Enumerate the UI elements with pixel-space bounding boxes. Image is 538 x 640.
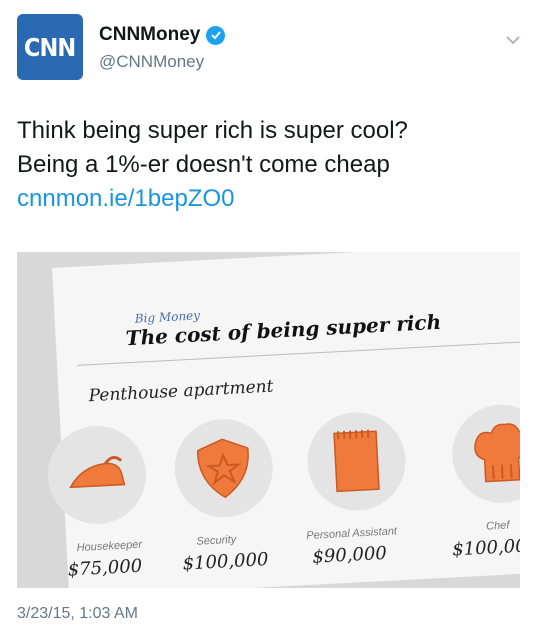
role-label: Security bbox=[196, 533, 237, 548]
cost-value: $90,000 bbox=[311, 542, 388, 568]
tweet-text: Think being super rich is super cool? Be… bbox=[17, 114, 527, 216]
notepad-circle bbox=[305, 409, 409, 513]
chevron-down-icon[interactable] bbox=[503, 30, 523, 50]
account-name-row[interactable]: CNNMoney bbox=[99, 24, 226, 46]
verified-icon bbox=[206, 25, 226, 45]
iron-circle bbox=[45, 423, 149, 527]
role-label: Personal Assistant bbox=[306, 525, 398, 543]
media-card[interactable]: Big Money The cost of being super rich P… bbox=[17, 252, 520, 588]
cost-value: $75,000 bbox=[67, 555, 143, 581]
badge-icon bbox=[197, 438, 249, 499]
badge-circle bbox=[172, 416, 276, 520]
account-handle[interactable]: @CNNMoney bbox=[99, 52, 204, 72]
tweet-header: CNN CNNMoney @CNNMoney bbox=[17, 14, 523, 84]
cnn-logo: CNN bbox=[24, 32, 76, 62]
role-label: Housekeeper bbox=[76, 538, 143, 555]
cost-value: $100,000 bbox=[451, 534, 520, 561]
notepad-icon bbox=[333, 429, 380, 493]
tweet-timestamp[interactable]: 3/23/15, 1:03 AM bbox=[17, 605, 138, 623]
iron-icon bbox=[69, 455, 126, 489]
chef-hat-icon bbox=[474, 423, 520, 483]
cost-items: Housekeeper $75,000 Security $100,000 Pe… bbox=[45, 401, 520, 588]
role-label: Chef bbox=[485, 519, 510, 533]
cost-value: $100,000 bbox=[182, 549, 269, 575]
account-name[interactable]: CNNMoney bbox=[99, 24, 200, 46]
chef-circle bbox=[449, 402, 520, 506]
tweet-line-2: Being a 1%-er doesn't come cheap bbox=[17, 151, 390, 178]
tweet-link[interactable]: cnnmon.ie/1bepZO0 bbox=[17, 182, 527, 216]
card-subhead: Penthouse apartment bbox=[88, 376, 274, 407]
avatar[interactable]: CNN bbox=[17, 14, 83, 80]
article-graphic: Big Money The cost of being super rich P… bbox=[45, 252, 520, 588]
tweet-line-1: Think being super rich is super cool? bbox=[17, 117, 408, 144]
